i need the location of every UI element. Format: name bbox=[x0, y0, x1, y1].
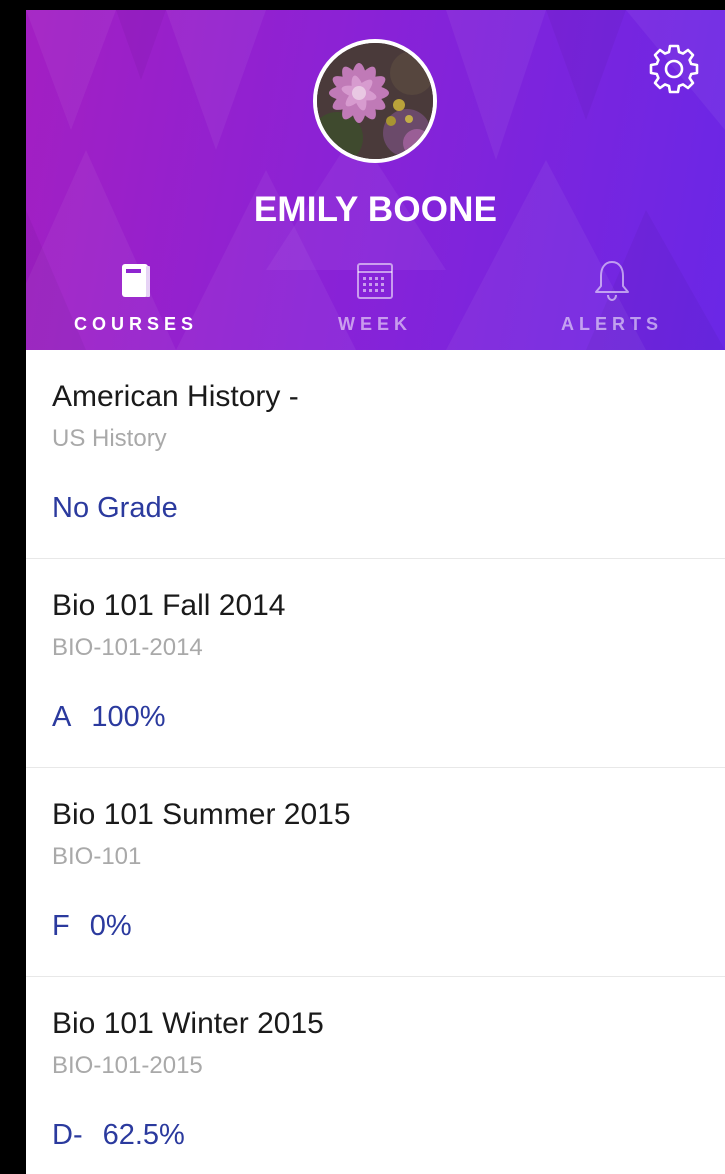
grade-letter: A bbox=[52, 701, 72, 733]
course-title: Bio 101 Winter 2015 bbox=[52, 1007, 324, 1040]
tab-courses-label: COURSES bbox=[73, 314, 198, 334]
gear-icon bbox=[649, 44, 699, 94]
calendar-icon bbox=[357, 263, 393, 299]
grade-value: 62.5% bbox=[102, 1119, 185, 1151]
grade-value: 100% bbox=[91, 701, 166, 733]
course-item[interactable]: Bio 101 Summer 2015 BIO-101 F 0% bbox=[26, 768, 725, 977]
course-grade: A 100% bbox=[52, 701, 166, 734]
course-title: Bio 101 Summer 2015 bbox=[52, 798, 351, 831]
book-icon bbox=[122, 264, 150, 297]
course-item[interactable]: Bio 101 Fall 2014 BIO-101-2014 A 100% bbox=[26, 559, 725, 768]
avatar[interactable] bbox=[313, 39, 437, 163]
course-grade: D- 62.5% bbox=[52, 1119, 185, 1152]
course-code: BIO-101 bbox=[52, 843, 142, 870]
user-name: EMILY BOONE bbox=[253, 190, 498, 229]
course-list: American History - US History No Grade B… bbox=[26, 350, 725, 1174]
avatar-flower-image bbox=[317, 43, 433, 159]
grade-value: 0% bbox=[89, 910, 132, 942]
course-title: American History - bbox=[52, 380, 299, 413]
course-grade: F 0% bbox=[52, 910, 132, 943]
grade-value: No Grade bbox=[52, 492, 178, 524]
bell-icon bbox=[595, 261, 629, 301]
settings-gear-icon[interactable] bbox=[646, 40, 702, 96]
tab-week[interactable]: WEEK bbox=[275, 256, 475, 336]
tab-week-label: WEEK bbox=[338, 314, 412, 334]
tab-alerts[interactable]: ALERTS bbox=[512, 256, 712, 336]
course-item[interactable]: American History - US History No Grade bbox=[26, 350, 725, 559]
grade-letter: D- bbox=[52, 1119, 83, 1151]
course-item[interactable]: Bio 101 Winter 2015 BIO-101-2015 D- 62.5% bbox=[26, 977, 725, 1174]
course-code: BIO-101-2014 bbox=[52, 634, 203, 661]
course-title: Bio 101 Fall 2014 bbox=[52, 589, 286, 622]
grade-letter: F bbox=[52, 910, 70, 942]
app-screen: EMILY BOONE COURSES WEEK ALERTS American… bbox=[26, 10, 725, 1174]
course-code: US History bbox=[52, 425, 167, 452]
course-grade: No Grade bbox=[52, 492, 178, 525]
profile-header: EMILY BOONE COURSES WEEK ALERTS bbox=[26, 10, 725, 350]
tab-alerts-label: ALERTS bbox=[561, 314, 663, 334]
tab-courses[interactable]: COURSES bbox=[36, 256, 236, 336]
course-code: BIO-101-2015 bbox=[52, 1052, 203, 1079]
